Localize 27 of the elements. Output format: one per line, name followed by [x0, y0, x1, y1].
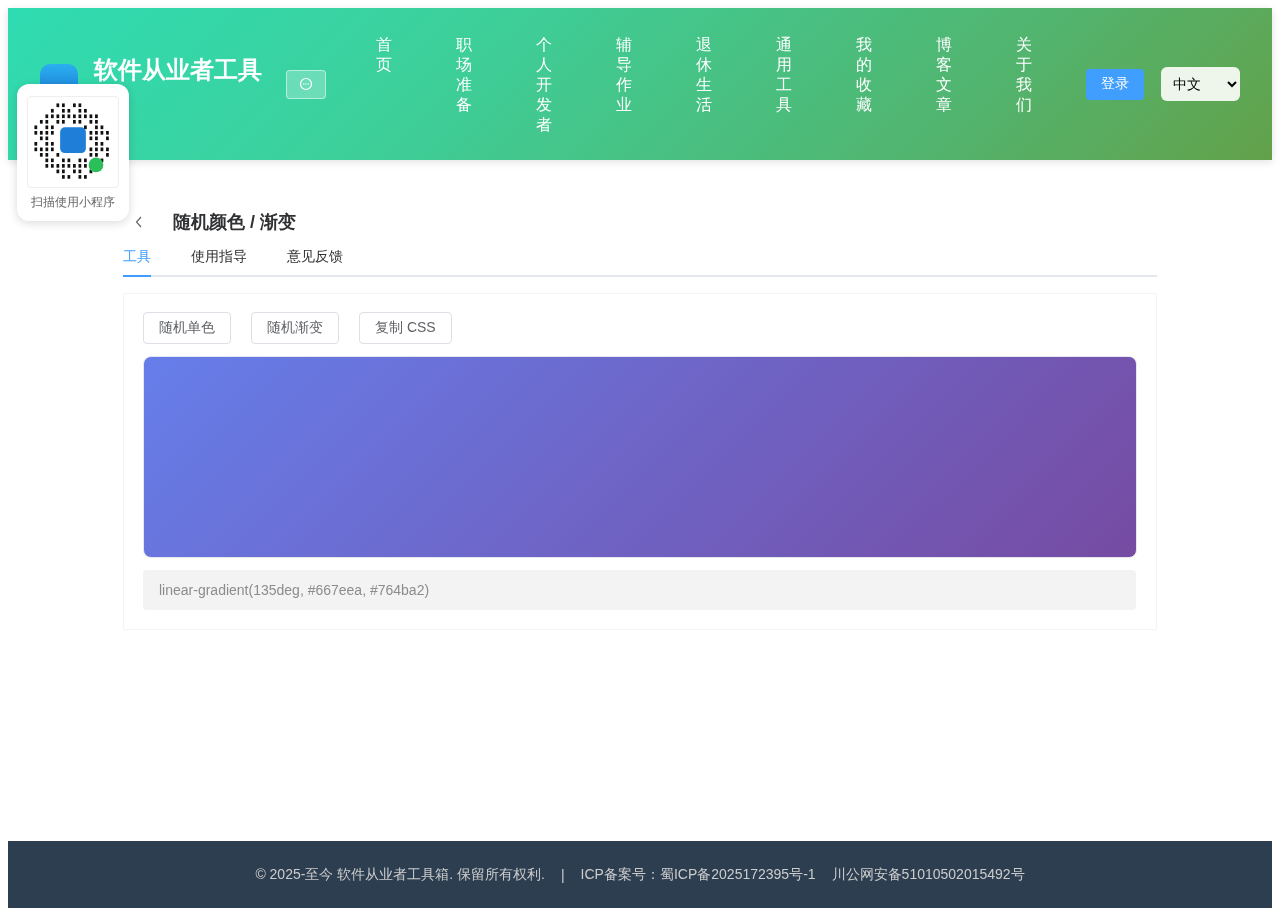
css-output: linear-gradient(135deg, #667eea, #764ba2) — [143, 570, 1136, 610]
qr-caption: 扫描使用小程序 — [31, 194, 115, 211]
language-select[interactable]: 中文 — [1161, 67, 1240, 101]
nav-link[interactable]: 辅导作业 — [606, 35, 687, 115]
login-button[interactable]: 登录 — [1086, 68, 1145, 100]
nav-link[interactable]: 关于我们 — [1006, 35, 1087, 115]
nav-link[interactable]: 博客文章 — [926, 35, 1007, 115]
nav-link[interactable]: 退休生活 — [686, 35, 767, 115]
tab[interactable]: 意见反馈 — [287, 248, 343, 277]
nav-link[interactable]: 首页 — [366, 35, 447, 75]
action-button[interactable]: 复制 CSS — [359, 312, 452, 344]
separator-text: | — [560, 866, 565, 883]
page-title: 随机颜色 / 渐变 — [173, 211, 296, 234]
nav-link[interactable]: 个人开发者 — [526, 35, 607, 135]
nav-link[interactable]: 通用工具 — [766, 35, 847, 115]
police-record-link[interactable]: 川公网安备51010502015492号 — [831, 865, 1025, 884]
action-button[interactable]: 随机单色 — [143, 312, 231, 344]
site-title: 软件从业者工具 — [94, 56, 263, 84]
chat-bubble-icon — [299, 77, 314, 91]
back-chevron-icon[interactable] — [135, 216, 143, 228]
nav-link[interactable]: 职场准备 — [446, 35, 527, 115]
tab[interactable]: 使用指导 — [191, 248, 247, 277]
tab[interactable]: 工具 — [123, 248, 151, 277]
action-button[interactable]: 随机渐变 — [251, 312, 339, 344]
nav-link[interactable]: 我的收藏 — [846, 35, 927, 115]
icp-link[interactable]: ICP备案号：蜀ICP备2025172395号-1 — [580, 865, 816, 884]
copyright-text: © 2025-至今 软件从业者工具箱. 保留所有权利. — [255, 865, 545, 884]
